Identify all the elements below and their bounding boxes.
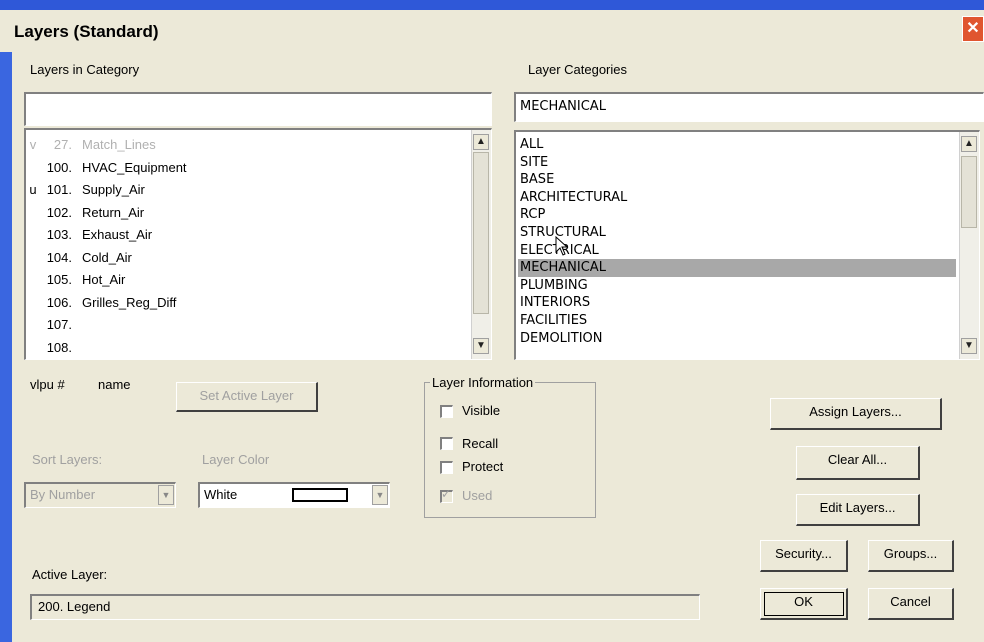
chevron-down-icon[interactable]: ▼ [158, 485, 174, 505]
scroll-up-icon[interactable]: ▲ [961, 136, 977, 152]
security-button[interactable]: Security... [760, 540, 848, 572]
layer-number: 107. [46, 317, 72, 332]
layer-name: Return_Air [82, 204, 145, 220]
layer-categories-label: Layer Categories [528, 62, 627, 77]
category-item[interactable]: FACILITIES [518, 312, 956, 330]
set-active-layer-button[interactable]: Set Active Layer [176, 382, 318, 412]
category-item[interactable]: DEMOLITION [518, 330, 956, 348]
cancel-button[interactable]: Cancel [868, 588, 954, 620]
groups-button[interactable]: Groups... [868, 540, 954, 572]
recall-checkbox[interactable] [440, 437, 453, 450]
layer-name: Grilles_Reg_Diff [82, 294, 177, 310]
active-layer-label: Active Layer: [32, 567, 108, 582]
category-item[interactable]: STRUCTURAL [518, 224, 956, 242]
scroll-down-icon[interactable]: ▼ [961, 338, 977, 354]
layers-scrollbar[interactable]: ▲ ▼ [471, 130, 491, 359]
scroll-up-icon[interactable]: ▲ [473, 134, 489, 150]
category-input[interactable]: MECHANICAL [514, 92, 984, 122]
layer-name: Cold_Air [82, 249, 132, 265]
close-icon[interactable]: ✕ [962, 16, 984, 42]
layer-number: 27. [53, 137, 72, 152]
column-vlpu-header: vlpu # [30, 377, 65, 392]
category-item[interactable]: ALL [518, 136, 956, 154]
protect-label: Protect [462, 459, 504, 474]
used-checkbox[interactable] [440, 487, 453, 503]
layer-color-select[interactable]: White ▼ [198, 482, 390, 508]
layer-number: 106. [46, 294, 72, 310]
layers-dialog: Layers (Standard) ✕ Layers in Category v… [0, 0, 984, 642]
sort-layers-value: By Number [30, 487, 96, 502]
scroll-thumb[interactable] [961, 156, 977, 228]
layer-number: 103. [46, 227, 72, 242]
layer-color-value: White [204, 487, 238, 502]
layers-in-category-label: Layers in Category [30, 62, 140, 77]
scroll-down-icon[interactable]: ▼ [473, 338, 489, 354]
recall-label: Recall [462, 436, 499, 451]
layer-name: Match_Lines [82, 137, 156, 152]
category-item[interactable]: ARCHITECTURAL [518, 189, 956, 207]
layer-name: Hot_Air [82, 272, 126, 287]
ok-button[interactable]: OK [760, 588, 848, 620]
edit-layers-button[interactable]: Edit Layers... [796, 494, 920, 526]
assign-layers-button[interactable]: Assign Layers... [770, 398, 942, 430]
category-item[interactable]: RCP [518, 206, 956, 224]
layer-name: Exhaust_Air [82, 227, 153, 242]
category-item[interactable]: ELECTRICAL [518, 242, 956, 260]
title-bar-top [0, 0, 984, 10]
sort-layers-select[interactable]: By Number ▼ [24, 482, 176, 508]
category-item[interactable]: MECHANICAL [518, 259, 956, 278]
category-item[interactable]: SITE [518, 154, 956, 172]
layer-number: 105. [46, 272, 72, 287]
category-item[interactable]: BASE [518, 171, 956, 189]
mouse-cursor-icon [555, 236, 569, 256]
layer-name: Supply_Air [82, 182, 145, 197]
clear-all-button[interactable]: Clear All... [796, 446, 920, 480]
layer-number: 108. [46, 339, 72, 355]
layer-information-title: Layer Information [430, 375, 536, 390]
layer-number: 100. [46, 159, 72, 175]
scroll-thumb[interactable] [473, 152, 489, 314]
chevron-down-icon[interactable]: ▼ [372, 485, 388, 505]
category-item[interactable]: PLUMBING [518, 277, 956, 295]
layer-number: 102. [46, 204, 72, 220]
visible-checkbox[interactable] [440, 405, 453, 418]
active-layer-field: 200. Legend [30, 594, 700, 620]
visible-label: Visible [462, 403, 501, 418]
layer-filter-input[interactable] [24, 92, 492, 126]
layer-number: 101. [46, 182, 72, 197]
category-item[interactable]: INTERIORS [518, 294, 956, 312]
layer-color-label: Layer Color [202, 452, 270, 467]
column-name-header: name [98, 377, 131, 392]
sort-layers-label: Sort Layers: [32, 452, 103, 467]
protect-checkbox[interactable] [440, 461, 453, 474]
layers-list[interactable]: v 27. Match_Lines 100. HVAC_Equipmentu 101. Su… [24, 128, 492, 360]
layer-flag: u [29, 182, 37, 197]
categories-scrollbar[interactable]: ▲ ▼ [959, 132, 979, 359]
layer-flag: v [29, 137, 37, 152]
color-swatch [292, 488, 348, 502]
used-label: Used [462, 488, 493, 503]
layer-number: 104. [46, 249, 72, 265]
window-title: Layers (Standard) [14, 22, 159, 41]
categories-list[interactable]: ALL SITE BASE ARCHITECTURAL RCP STRUCTURAL ELE… [514, 130, 980, 360]
layer-name: HVAC_Equipment [82, 159, 187, 175]
